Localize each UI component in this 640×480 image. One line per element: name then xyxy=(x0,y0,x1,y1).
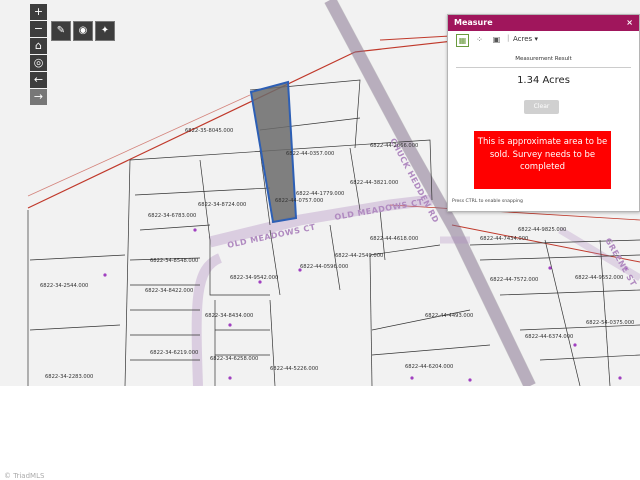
parcel-id: 6822-34-8422.000 xyxy=(145,288,193,294)
parcel-id: 6822-34-2544.000 xyxy=(40,283,88,289)
layers-tool-button[interactable]: ◉ xyxy=(73,21,93,41)
parcel-id: 6822-44-0757.000 xyxy=(275,198,323,204)
parcel-id: 6822-34-6258.000 xyxy=(210,356,258,362)
snapping-hint: Press CTRL to enable snapping xyxy=(452,199,523,204)
parcel-id: 6822-44-4618.000 xyxy=(370,236,418,242)
arrow-right-icon: → xyxy=(33,90,44,103)
parcel-markers xyxy=(103,228,628,382)
toolbar-divider: | xyxy=(507,34,510,42)
location-tool-button[interactable]: ▣ xyxy=(491,34,502,45)
parcel-id: 6822-44-9552.000 xyxy=(575,275,623,281)
road-old-meadows-south xyxy=(191,253,223,386)
parcel-id: 6822-44-7434.000 xyxy=(480,236,528,242)
measure-panel-title: Measure xyxy=(454,18,493,27)
close-icon[interactable]: × xyxy=(626,15,633,31)
distance-icon: ⁘ xyxy=(476,35,483,44)
watermark: © TriadMLS xyxy=(4,472,45,480)
parcel-id: 6822-44-6374.000 xyxy=(525,334,573,340)
parcel-id: 6822-44-3821.000 xyxy=(350,180,398,186)
locate-button[interactable]: ◎ xyxy=(30,55,47,71)
measurement-result-label: Measurement Result xyxy=(515,56,572,62)
unit-select[interactable]: Acres ▾ xyxy=(513,35,538,43)
basemap-icon: ✦ xyxy=(100,25,110,36)
area-note: This is approximate area to be sold. Sur… xyxy=(474,131,611,189)
measure-panel: Measure × ▦ ⁘ ▣ | Acres ▾ Measurement Re… xyxy=(447,14,640,212)
parcel-id: 6822-44-4493.000 xyxy=(425,313,473,319)
parcel-id: 6822-44-6204.000 xyxy=(405,364,453,370)
parcel-id: 6822-44-1779.000 xyxy=(296,191,344,197)
parcel-id: 6822-34-8548.000 xyxy=(150,258,198,264)
parcel-id: 6822-44-0357.000 xyxy=(286,151,334,157)
parcel-id: 6822-34-8434.000 xyxy=(205,313,253,319)
home-button[interactable]: ⌂ xyxy=(30,38,47,54)
measurement-result-value: 1.34 Acres xyxy=(517,75,570,86)
pencil-icon: ✎ xyxy=(56,25,66,36)
parcel-id: 6822-34-2283.000 xyxy=(45,374,93,380)
clear-button[interactable]: Clear xyxy=(524,100,559,114)
parcel-id: 6822-54-0375.000 xyxy=(586,320,634,326)
zoom-in-button[interactable]: + xyxy=(30,4,47,20)
parcel-id: 6822-34-8724.000 xyxy=(198,202,246,208)
parcel-id: 6822-35-8045.000 xyxy=(185,128,233,134)
caret-down-icon: ▾ xyxy=(534,35,538,43)
distance-tool-button[interactable]: ⁘ xyxy=(474,34,485,45)
parcel-id: 6822-44-9825.000 xyxy=(518,227,566,233)
layers-icon: ◉ xyxy=(78,25,88,36)
measure-panel-header: Measure × xyxy=(448,15,639,31)
locate-icon: ◎ xyxy=(33,56,44,69)
forward-button[interactable]: → xyxy=(30,89,47,105)
parcel-id: 6822-34-9542.000 xyxy=(230,275,278,281)
location-icon: ▣ xyxy=(492,35,501,44)
parcel-id: 6822-44-2549.000 xyxy=(335,253,383,259)
parcel-id: 6822-44-2066.000 xyxy=(370,143,418,149)
draw-tool-button[interactable]: ✎ xyxy=(51,21,71,41)
basemap-tool-button[interactable]: ✦ xyxy=(95,21,115,41)
parcel-id: 6822-34-6783.000 xyxy=(148,213,196,219)
zoom-out-button[interactable]: − xyxy=(30,21,47,37)
unit-select-value: Acres xyxy=(513,35,533,43)
measure-toolbar: ▦ ⁘ ▣ | Acres ▾ xyxy=(448,31,639,49)
parcel-id: 6822-44-5226.000 xyxy=(270,366,318,372)
area-tool-button[interactable]: ▦ xyxy=(456,34,469,47)
home-icon: ⌂ xyxy=(35,39,42,52)
parcel-id: 6822-44-0596.000 xyxy=(300,264,348,270)
parcel-id: 6822-34-6219.000 xyxy=(150,350,198,356)
back-button[interactable]: ← xyxy=(30,72,47,88)
arrow-left-icon: ← xyxy=(33,73,44,86)
boundary-line-2 xyxy=(27,94,251,197)
parcel-id: 6822-44-7572.000 xyxy=(490,277,538,283)
divider xyxy=(456,67,631,68)
area-icon: ▦ xyxy=(458,36,467,45)
